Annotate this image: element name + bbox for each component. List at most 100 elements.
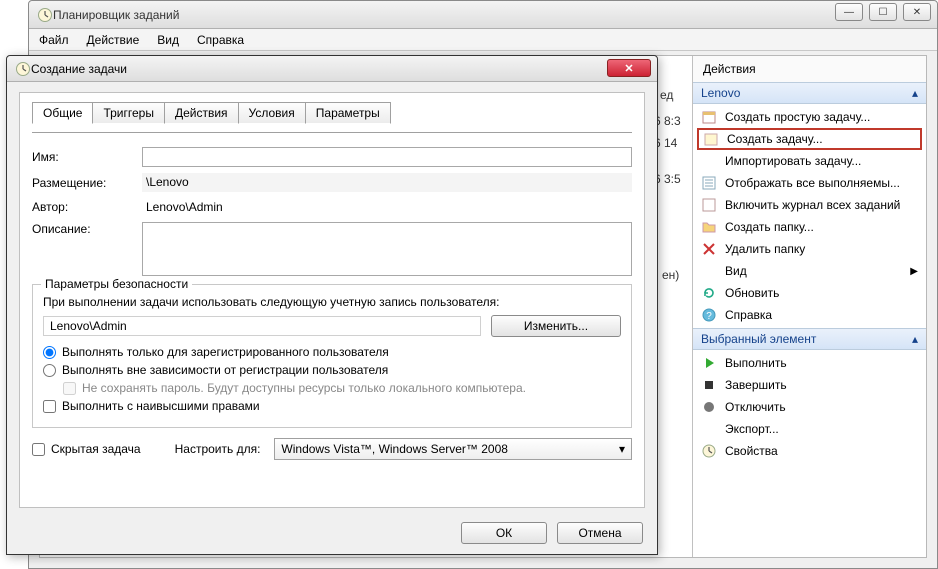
checkbox-label: Не сохранять пароль. Будут доступны ресу… bbox=[82, 381, 526, 395]
close-button[interactable]: ✕ bbox=[903, 3, 931, 21]
combo-value: Windows Vista™, Windows Server™ 2008 bbox=[281, 442, 508, 456]
radio-label: Выполнять только для зарегистрированного… bbox=[62, 345, 389, 359]
tab-conditions[interactable]: Условия bbox=[238, 102, 306, 124]
tab-settings[interactable]: Параметры bbox=[305, 102, 391, 124]
action-import-task[interactable]: Импортировать задачу... bbox=[693, 150, 926, 172]
checkbox-label: Скрытая задача bbox=[51, 442, 141, 456]
action-label: Вид bbox=[725, 264, 747, 278]
actions-section-lenovo[interactable]: Lenovo ▴ bbox=[693, 82, 926, 104]
menu-view[interactable]: Вид bbox=[157, 33, 179, 47]
action-label: Включить журнал всех заданий bbox=[725, 198, 900, 212]
play-icon bbox=[701, 355, 717, 371]
label-description: Описание: bbox=[32, 222, 142, 236]
tab-triggers[interactable]: Триггеры bbox=[92, 102, 165, 124]
menu-action[interactable]: Действие bbox=[87, 33, 140, 47]
dialog-close-button[interactable]: ✕ bbox=[607, 59, 651, 77]
refresh-icon bbox=[701, 285, 717, 301]
checkbox-label: Выполнить с наивысшими правами bbox=[62, 399, 260, 413]
minimize-button[interactable]: — bbox=[835, 3, 863, 21]
security-legend: Параметры безопасности bbox=[41, 277, 192, 291]
clock-icon bbox=[15, 61, 31, 77]
blank-icon bbox=[701, 263, 717, 279]
main-title: Планировщик заданий bbox=[53, 8, 179, 22]
actions-pane-title: Действия bbox=[693, 56, 926, 82]
action-label: Создать папку... bbox=[725, 220, 814, 234]
action-enable-history[interactable]: Включить журнал всех заданий bbox=[693, 194, 926, 216]
highest-priv-input[interactable] bbox=[43, 400, 56, 413]
tab-general[interactable]: Общие bbox=[32, 102, 93, 124]
collapse-icon: ▴ bbox=[912, 332, 918, 346]
menubar: Файл Действие Вид Справка bbox=[29, 29, 937, 51]
section-label: Выбранный элемент bbox=[701, 332, 816, 346]
author-value: Lenovo\Admin bbox=[142, 198, 632, 216]
submenu-arrow-icon: ▶ bbox=[910, 266, 918, 277]
security-account-label: При выполнении задачи использовать следу… bbox=[43, 295, 621, 309]
radio-label: Выполнять вне зависимости от регистрации… bbox=[62, 363, 388, 377]
help-icon: ? bbox=[701, 307, 717, 323]
checkbox-hidden[interactable]: Скрытая задача bbox=[32, 442, 141, 456]
action-label: Экспорт... bbox=[725, 422, 779, 436]
action-label: Создать задачу... bbox=[727, 132, 823, 146]
security-fieldset: Параметры безопасности При выполнении за… bbox=[32, 284, 632, 428]
properties-icon bbox=[701, 443, 717, 459]
chevron-down-icon: ▾ bbox=[619, 442, 625, 456]
ok-button[interactable]: ОК bbox=[461, 522, 547, 544]
import-icon bbox=[701, 153, 717, 169]
radio-logged-on-only[interactable]: Выполнять только для зарегистрированного… bbox=[43, 345, 621, 359]
task-icon bbox=[703, 131, 719, 147]
export-icon bbox=[701, 421, 717, 437]
folder-icon bbox=[701, 219, 717, 235]
action-label: Импортировать задачу... bbox=[725, 154, 861, 168]
change-user-button[interactable]: Изменить... bbox=[491, 315, 621, 337]
actions-section-selected[interactable]: Выбранный элемент ▴ bbox=[693, 328, 926, 350]
label-location: Размещение: bbox=[32, 176, 142, 190]
action-new-folder[interactable]: Создать папку... bbox=[693, 216, 926, 238]
action-help[interactable]: ? Справка bbox=[693, 304, 926, 326]
location-value: \Lenovo bbox=[142, 173, 632, 192]
collapse-icon: ▴ bbox=[912, 86, 918, 100]
actions-pane: Действия Lenovo ▴ Создать простую задачу… bbox=[692, 56, 926, 557]
radio-any-input[interactable] bbox=[43, 364, 56, 377]
actions-list-2: Выполнить Завершить Отключить Экспорт...… bbox=[693, 350, 926, 464]
action-create-basic-task[interactable]: Создать простую задачу... bbox=[693, 106, 926, 128]
clock-icon bbox=[37, 7, 53, 23]
cancel-button[interactable]: Отмена bbox=[557, 522, 643, 544]
radio-any-user[interactable]: Выполнять вне зависимости от регистрации… bbox=[43, 363, 621, 377]
checkbox-no-password: Не сохранять пароль. Будут доступны ресу… bbox=[63, 381, 621, 395]
action-label: Создать простую задачу... bbox=[725, 110, 870, 124]
action-properties[interactable]: Свойства bbox=[693, 440, 926, 462]
action-label: Отключить bbox=[725, 400, 786, 414]
maximize-button[interactable]: ☐ bbox=[869, 3, 897, 21]
actions-list-1: Создать простую задачу... Создать задачу… bbox=[693, 104, 926, 328]
hidden-input[interactable] bbox=[32, 443, 45, 456]
menu-help[interactable]: Справка bbox=[197, 33, 244, 47]
time-fragment-3: 6 3:5 bbox=[654, 172, 681, 186]
svg-text:?: ? bbox=[706, 311, 712, 322]
action-label: Обновить bbox=[725, 286, 779, 300]
menu-file[interactable]: Файл bbox=[39, 33, 69, 47]
action-view[interactable]: Вид ▶ bbox=[693, 260, 926, 282]
action-refresh[interactable]: Обновить bbox=[693, 282, 926, 304]
action-delete-folder[interactable]: Удалить папку bbox=[693, 238, 926, 260]
security-account-value: Lenovo\Admin bbox=[43, 316, 481, 336]
checkbox-highest-privileges[interactable]: Выполнить с наивысшими правами bbox=[43, 399, 621, 413]
description-input[interactable] bbox=[142, 222, 632, 276]
delete-icon bbox=[701, 241, 717, 257]
radio-logged-on-input[interactable] bbox=[43, 346, 56, 359]
configure-for-combo[interactable]: Windows Vista™, Windows Server™ 2008 ▾ bbox=[274, 438, 632, 460]
dialog-titlebar[interactable]: Создание задачи ✕ bbox=[7, 56, 657, 82]
action-end[interactable]: Завершить bbox=[693, 374, 926, 396]
action-show-running[interactable]: Отображать все выполняемы... bbox=[693, 172, 926, 194]
action-disable[interactable]: Отключить bbox=[693, 396, 926, 418]
action-create-task[interactable]: Создать задачу... bbox=[697, 128, 922, 150]
action-export[interactable]: Экспорт... bbox=[693, 418, 926, 440]
status-fragment: ен) bbox=[662, 268, 679, 282]
main-titlebar: Планировщик заданий — ☐ ✕ bbox=[29, 1, 937, 29]
label-author: Автор: bbox=[32, 200, 142, 214]
action-label: Удалить папку bbox=[725, 242, 805, 256]
col-header-fragment: ед bbox=[660, 88, 673, 102]
tab-actions[interactable]: Действия bbox=[164, 102, 239, 124]
action-run[interactable]: Выполнить bbox=[693, 352, 926, 374]
name-input[interactable] bbox=[142, 147, 632, 167]
disable-icon bbox=[701, 399, 717, 415]
